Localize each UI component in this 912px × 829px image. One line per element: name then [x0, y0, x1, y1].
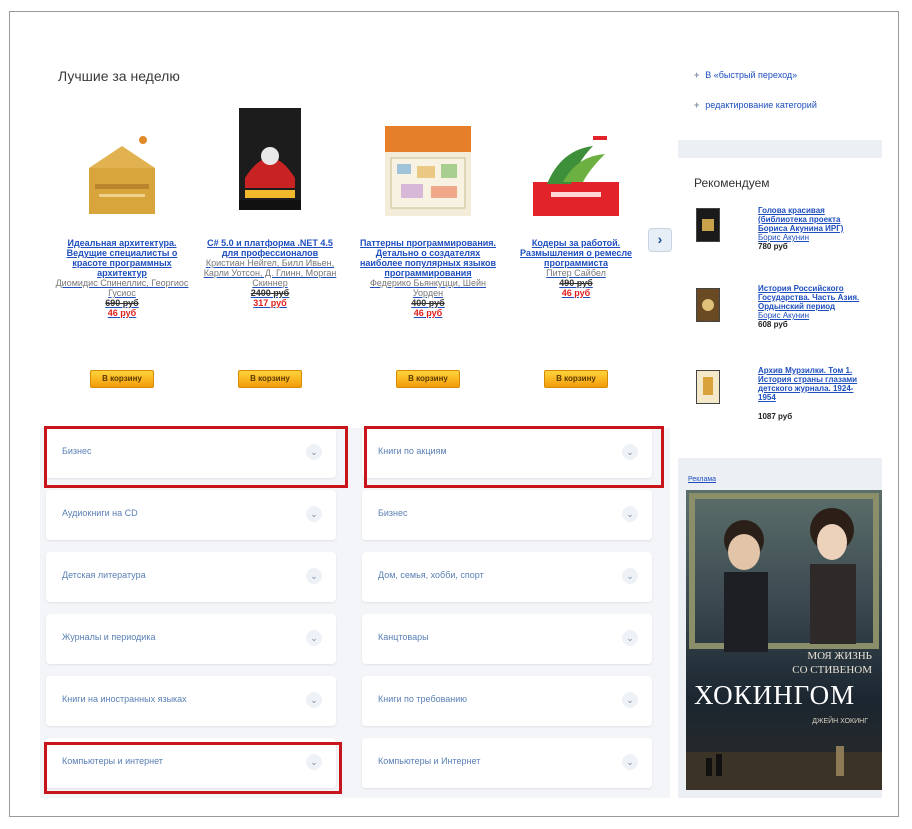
- advert-headline: ХОКИНГОМ: [694, 680, 856, 710]
- plus-icon: +: [694, 100, 700, 110]
- add-to-cart-button[interactable]: В корзину: [90, 370, 154, 388]
- chevron-down-icon[interactable]: ⌄: [622, 692, 638, 708]
- book-card: Паттерны программирования. Детально о со…: [358, 98, 498, 438]
- recommend-title: Рекомендуем: [694, 176, 770, 190]
- bestsellers-carousel: Идеальная архитектура. Ведущие специалис…: [40, 98, 672, 438]
- category-label: Компьютеры и Интернет: [378, 756, 481, 766]
- book-cover[interactable]: [533, 132, 619, 216]
- recommend-price: 1087 руб: [758, 412, 793, 421]
- recommend-title-link[interactable]: История Российского Государства. Часть А…: [758, 284, 870, 311]
- book-title[interactable]: Паттерны программирования. Детально о со…: [358, 238, 498, 318]
- category-item[interactable]: Компьютеры и Интернет ⌄: [362, 738, 652, 788]
- chevron-down-icon[interactable]: ⌄: [622, 444, 638, 460]
- chevron-down-icon[interactable]: ⌄: [306, 568, 322, 584]
- category-item[interactable]: Аудиокниги на CD ⌄: [46, 490, 336, 540]
- category-grid: Бизнес ⌄ Книги по акциям ⌄ Аудиокниги на…: [40, 428, 670, 798]
- category-item[interactable]: Канцтовары ⌄: [362, 614, 652, 664]
- recommend-text: Голова красивая (библиотека проекта Бори…: [758, 206, 870, 251]
- advert-banner[interactable]: МОЯ ЖИЗНЬ СО СТИВЕНОМ ХОКИНГОМ ДЖЕЙН ХОК…: [686, 490, 882, 790]
- category-item[interactable]: Книги по требованию ⌄: [362, 676, 652, 726]
- ad-label[interactable]: Реклама: [688, 476, 716, 483]
- recommend-text: Архив Мурзилки. Том 1. История страны гл…: [758, 366, 870, 421]
- category-item[interactable]: Бизнес ⌄: [46, 428, 336, 478]
- best-week-title: Лучшие за неделю: [58, 68, 180, 84]
- book-authors: Кристиан Нейгел, Билл Ивьен, Карли Уотсо…: [203, 258, 337, 288]
- recommend-cover[interactable]: [696, 370, 720, 404]
- category-item[interactable]: Книги на иностранных языках ⌄: [46, 676, 336, 726]
- sidebar: + В «быстрый переход» + редактирование кат…: [678, 58, 882, 798]
- carousel-next-arrow-icon[interactable]: ›: [648, 228, 672, 252]
- category-item[interactable]: Детская литература ⌄: [46, 552, 336, 602]
- recommend-text: История Российского Государства. Часть А…: [758, 284, 870, 329]
- category-label: Бизнес: [378, 508, 408, 518]
- category-label: Детская литература: [62, 570, 146, 580]
- category-item[interactable]: Журналы и периодика ⌄: [46, 614, 336, 664]
- add-to-cart-button[interactable]: В корзину: [396, 370, 460, 388]
- chevron-down-icon[interactable]: ⌄: [622, 506, 638, 522]
- quick-links-panel: + В «быстрый переход» + редактирование кат…: [678, 58, 882, 140]
- book-card: Идеальная архитектура. Ведущие специалис…: [52, 98, 192, 438]
- advert-text: СО СТИВЕНОМ: [792, 664, 872, 676]
- book-new-price: 46 руб: [107, 308, 137, 318]
- recommend-price: 780 руб: [758, 242, 788, 251]
- recommend-panel: Рекомендуем Голова красивая (библиотека …: [678, 158, 882, 458]
- category-label: Книги по акциям: [378, 446, 447, 456]
- category-label: Канцтовары: [378, 632, 429, 642]
- chevron-down-icon[interactable]: ⌄: [306, 630, 322, 646]
- category-label: Дом, семья, хобби, спорт: [378, 570, 484, 580]
- category-label: Бизнес: [62, 446, 92, 456]
- book-cover[interactable]: [385, 126, 471, 216]
- advert-photo: [686, 493, 882, 790]
- chevron-down-icon[interactable]: ⌄: [622, 568, 638, 584]
- category-label: Книги на иностранных языках: [62, 694, 187, 704]
- recommend-author[interactable]: Борис Акунин: [758, 233, 870, 242]
- book-title[interactable]: Кодеры за работой. Размышления о ремесле…: [506, 238, 646, 298]
- book-new-price: 46 руб: [561, 288, 591, 298]
- book-card: Кодеры за работой. Размышления о ремесле…: [506, 98, 646, 438]
- category-label: Книги по требованию: [378, 694, 468, 704]
- book-cover[interactable]: [239, 108, 301, 210]
- recommend-price: 608 руб: [758, 320, 788, 329]
- chevron-down-icon[interactable]: ⌄: [306, 692, 322, 708]
- book-new-price: 317 руб: [253, 298, 287, 308]
- advert-text: МОЯ ЖИЗНЬ: [807, 650, 872, 662]
- quick-jump-link[interactable]: + В «быстрый переход»: [694, 70, 797, 80]
- book-old-price: 400 руб: [411, 298, 445, 308]
- recommend-author[interactable]: Борис Акунин: [758, 311, 870, 320]
- add-to-cart-button[interactable]: В корзину: [238, 370, 302, 388]
- category-label: Аудиокниги на CD: [62, 508, 138, 518]
- book-title[interactable]: Идеальная архитектура. Ведущие специалис…: [52, 238, 192, 318]
- edit-categories-link[interactable]: + редактирование категорий: [694, 100, 817, 110]
- recommend-cover[interactable]: [696, 288, 720, 322]
- plus-icon: +: [694, 70, 700, 80]
- book-old-price: 490 руб: [559, 278, 593, 288]
- book-authors: Питер Сайбел: [546, 268, 606, 278]
- category-item[interactable]: Дом, семья, хобби, спорт ⌄: [362, 552, 652, 602]
- chevron-down-icon[interactable]: ⌄: [306, 506, 322, 522]
- recommend-cover[interactable]: [696, 208, 720, 242]
- add-to-cart-button[interactable]: В корзину: [544, 370, 608, 388]
- book-old-price: 2400 руб: [250, 288, 290, 298]
- main-content: Лучшие за неделю Идеальная архитектура. …: [40, 58, 672, 798]
- book-authors: Диомидис Спинеллис, Георгиос Гусиос: [55, 278, 189, 298]
- book-new-price: 46 руб: [413, 308, 443, 318]
- category-item[interactable]: Компьютеры и интернет ⌄: [46, 738, 336, 788]
- category-label: Компьютеры и интернет: [62, 756, 163, 766]
- category-item[interactable]: Бизнес ⌄: [362, 490, 652, 540]
- category-item[interactable]: Книги по акциям ⌄: [362, 428, 652, 478]
- advert-author: ДЖЕЙН ХОКИНГ: [812, 718, 868, 725]
- recommend-title-link[interactable]: Голова красивая (библиотека проекта Бори…: [758, 206, 870, 233]
- category-label: Журналы и периодика: [62, 632, 156, 642]
- chevron-down-icon[interactable]: ⌄: [306, 444, 322, 460]
- recommend-title-link[interactable]: Архив Мурзилки. Том 1. История страны гл…: [758, 366, 870, 402]
- book-title[interactable]: C# 5.0 и платформа .NET 4.5 для професси…: [200, 238, 340, 308]
- book-old-price: 690 руб: [105, 298, 139, 308]
- book-authors: Федерико Бьянкуцци, Шейн Уорден: [369, 278, 487, 298]
- chevron-down-icon[interactable]: ⌄: [622, 754, 638, 770]
- chevron-down-icon[interactable]: ⌄: [622, 630, 638, 646]
- book-card: C# 5.0 и платформа .NET 4.5 для професси…: [200, 98, 340, 438]
- book-cover[interactable]: [79, 132, 165, 218]
- chevron-down-icon[interactable]: ⌄: [306, 754, 322, 770]
